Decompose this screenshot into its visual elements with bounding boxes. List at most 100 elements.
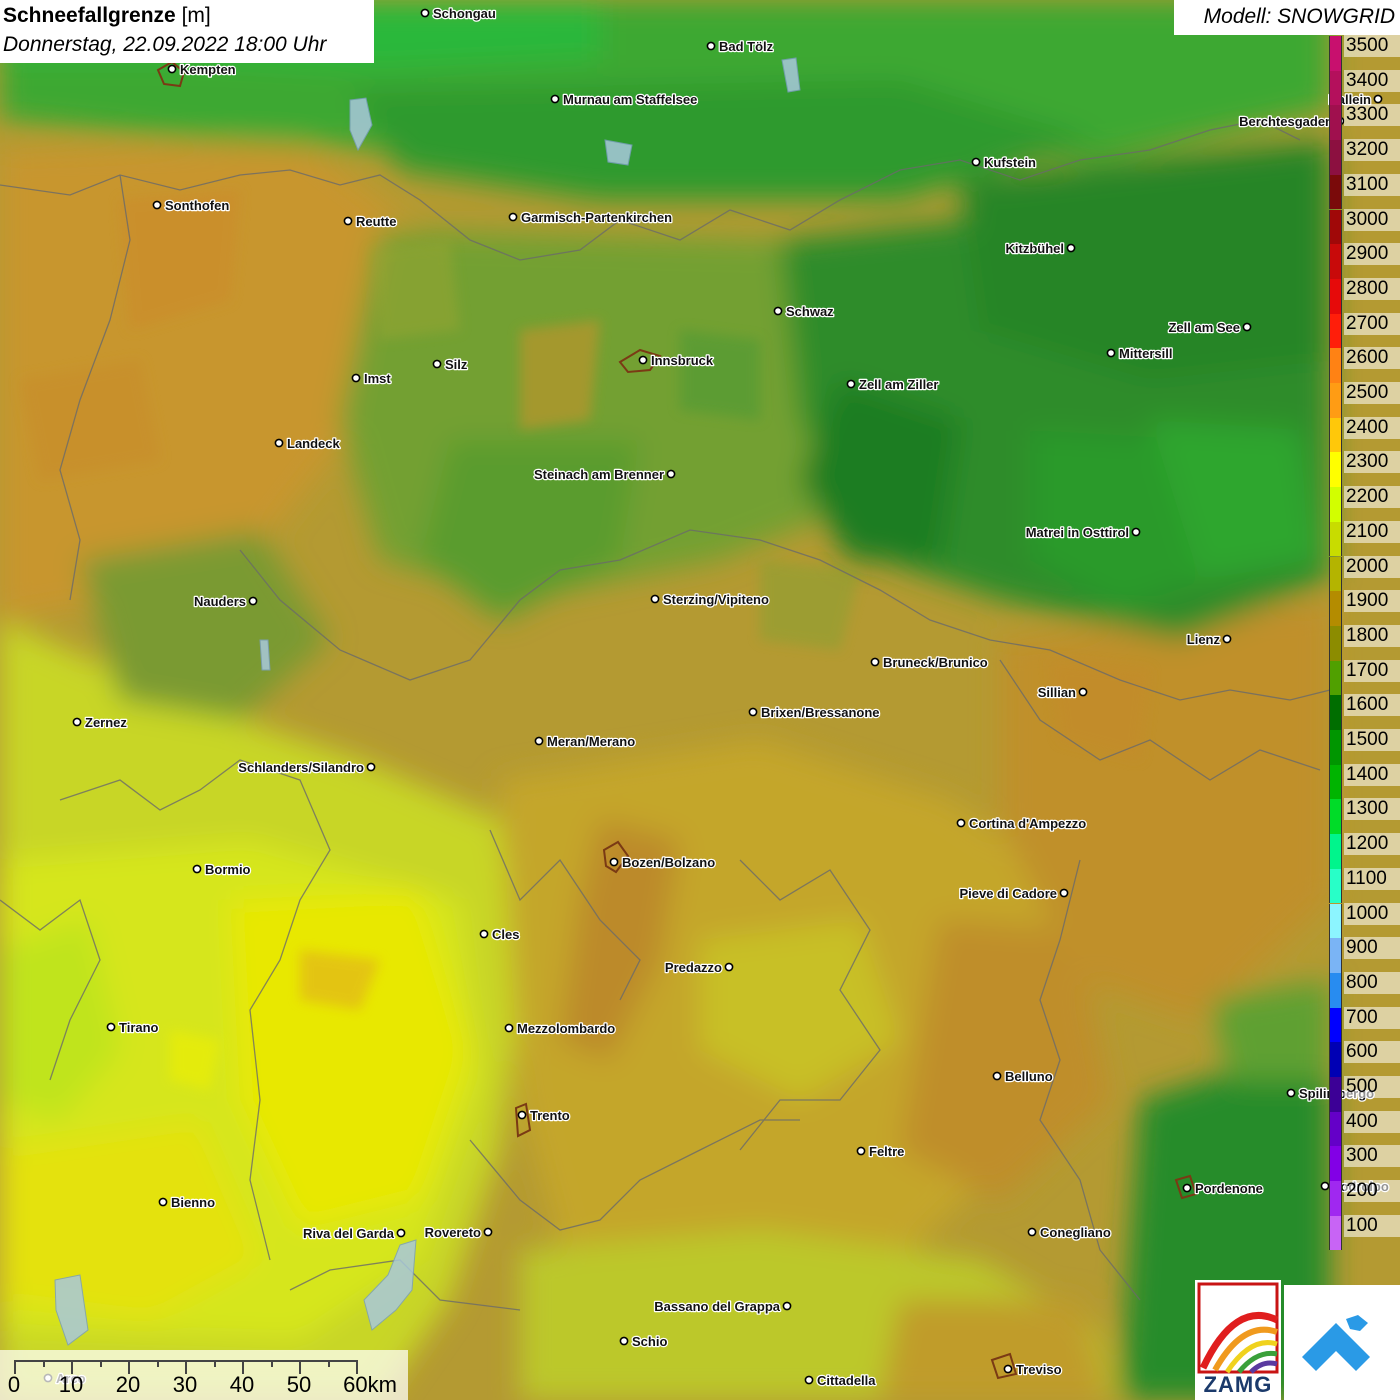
- city-label: Pieve di Cadore: [959, 886, 1057, 901]
- city-dot-icon: [483, 1227, 493, 1237]
- legend-label: 1200: [1344, 833, 1400, 856]
- legend-item: 3000: [1328, 208, 1400, 245]
- city-dot-icon: [1242, 322, 1252, 332]
- legend-label: 2300: [1344, 451, 1400, 474]
- city-dot-icon: [420, 8, 430, 18]
- legend-swatch: [1329, 487, 1342, 522]
- legend-item: 600: [1328, 1041, 1400, 1077]
- legend-swatch: [1329, 660, 1342, 696]
- city-dot-icon: [534, 736, 544, 746]
- city-label: Silz: [445, 357, 468, 372]
- city-label: Schwaz: [786, 304, 834, 319]
- city-marker: Garmisch-Partenkirchen: [508, 209, 673, 226]
- city-label: Bienno: [171, 1195, 215, 1210]
- city-dot-icon: [804, 1375, 814, 1385]
- legend-item: 1900: [1328, 590, 1400, 626]
- city-label: Meran/Merano: [547, 734, 635, 749]
- map-title-box: Schneefallgrenze [m] Donnerstag, 22.09.2…: [0, 0, 374, 63]
- legend-label: 600: [1344, 1041, 1400, 1064]
- city-dot-icon: [856, 1146, 866, 1156]
- city-label: Steinach am Brenner: [534, 467, 664, 482]
- city-label: Mezzolombardo: [517, 1021, 615, 1036]
- scale-minor-tick: [99, 1360, 102, 1367]
- city-dot-icon: [1066, 243, 1076, 253]
- city-label: Kufstein: [984, 155, 1036, 170]
- city-label: Mittersill: [1119, 346, 1172, 361]
- city-label: Cittadella: [817, 1373, 876, 1388]
- legend-item: 200: [1328, 1180, 1400, 1216]
- city-dot-icon: [748, 707, 758, 717]
- city-dot-icon: [870, 657, 880, 667]
- legend-item: 1600: [1328, 694, 1400, 730]
- legend-item: 1800: [1328, 624, 1400, 661]
- scale-minor-tick: [156, 1360, 159, 1367]
- city-label: Kempten: [180, 62, 236, 77]
- legend-item: 1700: [1328, 659, 1400, 696]
- legend-swatch: [1329, 348, 1342, 383]
- city-label: Conegliano: [1040, 1225, 1111, 1240]
- legend-swatch: [1329, 903, 1342, 939]
- legend-swatch: [1329, 417, 1342, 453]
- city-marker: Cortina d'Ampezzo: [956, 815, 1088, 832]
- city-label: Brixen/Bressanone: [761, 705, 880, 720]
- city-label: Cortina d'Ampezzo: [969, 816, 1086, 831]
- legend-swatch: [1329, 36, 1342, 71]
- legend-item: 900: [1328, 937, 1400, 973]
- legend-item: 2200: [1328, 486, 1400, 522]
- city-label: Zell am See: [1168, 320, 1240, 335]
- city-dot-icon: [1182, 1183, 1192, 1193]
- title-unit: [m]: [181, 4, 211, 27]
- legend-item: 2800: [1328, 277, 1400, 314]
- legend-swatch: [1329, 452, 1342, 488]
- city-dot-icon: [366, 762, 376, 772]
- city-label: Riva del Garda: [303, 1226, 395, 1241]
- scale-label: 50: [286, 1372, 312, 1397]
- legend-label: 1100: [1344, 867, 1400, 890]
- legend-label: 1600: [1344, 694, 1400, 717]
- city-label: Predazzo: [665, 960, 722, 975]
- legend-label: 2900: [1344, 243, 1400, 266]
- city-label: Landeck: [287, 436, 341, 451]
- snow-mountain-icon: [1302, 1315, 1370, 1371]
- legend-label: 2000: [1344, 555, 1400, 578]
- legend-item: 3300: [1328, 104, 1400, 141]
- city-label: Zell am Ziller: [859, 377, 938, 392]
- city-dot-icon: [1027, 1227, 1037, 1237]
- city-label: Sterzing/Vipiteno: [663, 592, 769, 607]
- legend-label: 1300: [1344, 798, 1400, 821]
- legend-label: 3400: [1344, 69, 1400, 92]
- city-dot-icon: [479, 929, 489, 939]
- city-dot-icon: [508, 212, 518, 222]
- legend-swatch: [1329, 730, 1342, 765]
- legend-swatch: [1329, 1007, 1342, 1043]
- city-dot-icon: [609, 857, 619, 867]
- city-label: Nauders: [194, 594, 246, 609]
- title-text: Schneefallgrenze: [3, 4, 176, 27]
- legend-label: 500: [1344, 1076, 1400, 1098]
- city-dot-icon: [619, 1336, 629, 1346]
- city-label: Reutte: [356, 214, 396, 229]
- legend-label: 3200: [1344, 139, 1400, 162]
- city-marker: Riva del Garda: [302, 1225, 406, 1242]
- legend-swatch: [1329, 209, 1342, 245]
- city-marker: Bozen/Bolzano: [609, 854, 716, 871]
- zamg-rainbow-icon: [1197, 1282, 1279, 1374]
- scale-minor-tick: [327, 1360, 330, 1367]
- city-dot-icon: [517, 1110, 527, 1120]
- map-title: Schneefallgrenze [m]: [3, 4, 211, 28]
- legend-swatch: [1329, 244, 1342, 279]
- snowline-map: Schongau Bad Tölz Kempten Murnau am Staffel…: [0, 0, 1400, 1400]
- city-label: Kitzbühel: [1006, 241, 1065, 256]
- city-dot-icon: [1131, 527, 1141, 537]
- city-label: Murnau am Staffelsee: [563, 92, 697, 107]
- legend-swatch: [1329, 1111, 1342, 1147]
- city-dot-icon: [152, 200, 162, 210]
- city-dot-icon: [1059, 888, 1069, 898]
- legend-item: 1300: [1328, 798, 1400, 835]
- city-dot-icon: [106, 1022, 116, 1032]
- city-dot-icon: [167, 64, 177, 74]
- city-dot-icon: [550, 94, 560, 104]
- city-label: Treviso: [1016, 1362, 1062, 1377]
- city-dot-icon: [274, 438, 284, 448]
- legend-label: 1500: [1344, 729, 1400, 751]
